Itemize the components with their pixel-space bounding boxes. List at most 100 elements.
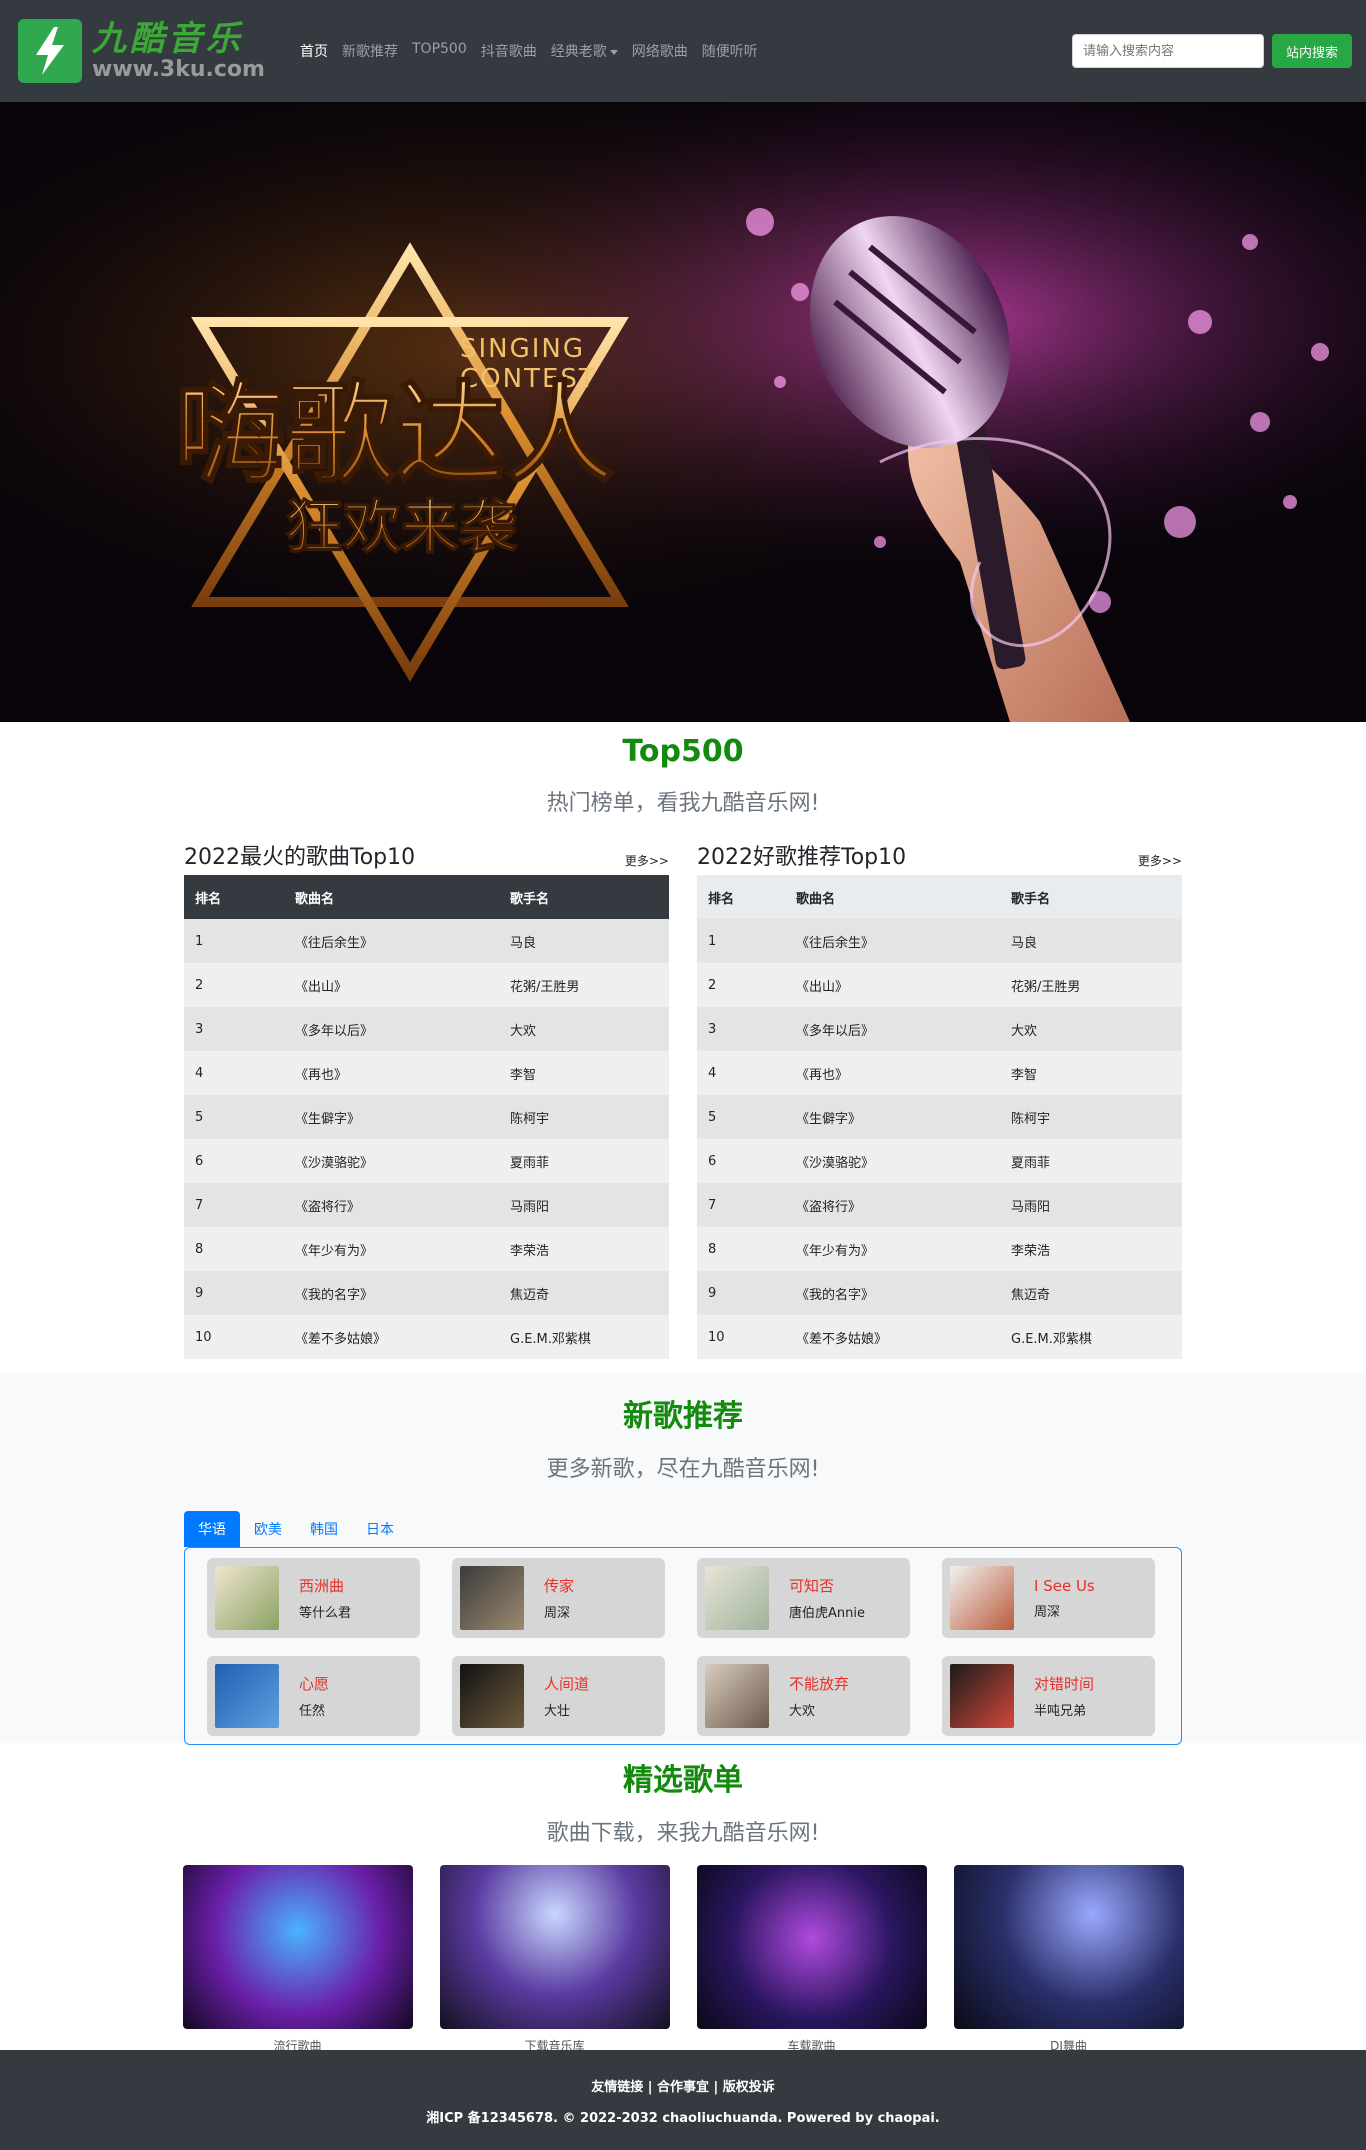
song-cell[interactable]: 《出山》 [785, 963, 1000, 1007]
song-cell[interactable]: 《我的名字》 [284, 1271, 499, 1315]
song-cell[interactable]: 《差不多姑娘》 [284, 1315, 499, 1359]
table-row[interactable]: 5 《生僻字》 陈柯宇 [697, 1095, 1182, 1139]
song-title[interactable]: 传家 [544, 1575, 574, 1596]
table-row[interactable]: 9 《我的名字》 焦迈奇 [697, 1271, 1182, 1315]
tab-chinese[interactable]: 华语 [184, 1511, 240, 1547]
site-logo[interactable]: 九酷音乐 www.3ku.com [18, 16, 278, 86]
playlist-card[interactable]: 车载歌曲 [696, 1865, 927, 2054]
song-card[interactable]: 心愿 任然 [207, 1656, 420, 1736]
table-row[interactable]: 8 《年少有为》 李荣浩 [697, 1227, 1182, 1271]
playlist-cover-image[interactable] [696, 1865, 927, 2029]
song-cell[interactable]: 《我的名字》 [785, 1271, 1000, 1315]
song-title[interactable]: 西洲曲 [299, 1575, 351, 1596]
song-card[interactable]: 可知否 唐伯虎Annie [697, 1558, 910, 1638]
table-row[interactable]: 3 《多年以后》 大欢 [697, 1007, 1182, 1051]
song-cell[interactable]: 《年少有为》 [284, 1227, 499, 1271]
song-title[interactable]: 不能放弃 [789, 1673, 849, 1694]
nav-douyin-songs[interactable]: 抖音歌曲 [481, 41, 537, 61]
song-card[interactable]: 对错时间 半吨兄弟 [942, 1656, 1155, 1736]
table-row[interactable]: 6 《沙漠骆驼》 夏雨菲 [697, 1139, 1182, 1183]
search-input[interactable] [1072, 34, 1264, 68]
rank-cell: 4 [184, 1051, 284, 1095]
table-row[interactable]: 4 《再也》 李智 [697, 1051, 1182, 1095]
tab-western[interactable]: 欧美 [240, 1511, 296, 1547]
table-row[interactable]: 3 《多年以后》 大欢 [184, 1007, 669, 1051]
playlist-card[interactable]: DJ舞曲 [953, 1865, 1184, 2054]
playlist-cover-image[interactable] [439, 1865, 670, 2029]
album-cover-image[interactable] [950, 1566, 1014, 1630]
more-link-right[interactable]: 更多>> [1138, 852, 1182, 869]
song-title[interactable]: 人间道 [544, 1673, 589, 1694]
album-cover-image[interactable] [460, 1664, 524, 1728]
song-cell[interactable]: 《往后余生》 [785, 919, 1000, 963]
album-cover-image[interactable] [705, 1566, 769, 1630]
song-title[interactable]: 心愿 [299, 1673, 329, 1694]
artist-cell: 大欢 [1000, 1007, 1182, 1051]
table-row[interactable]: 2 《出山》 花粥/王胜男 [697, 963, 1182, 1007]
nav-random-listen[interactable]: 随便听听 [702, 41, 758, 61]
playlist-card[interactable]: 下载音乐库 [439, 1865, 670, 2054]
song-cell[interactable]: 《出山》 [284, 963, 499, 1007]
song-cell[interactable]: 《多年以后》 [785, 1007, 1000, 1051]
song-card[interactable]: 西洲曲 等什么君 [207, 1558, 420, 1638]
song-card-grid: 西洲曲 等什么君 传家 周深 可知否 唐伯虎Annie I See Us 周深心愿 任然 人间道大… [184, 1547, 1182, 1745]
table-row[interactable]: 6 《沙漠骆驼》 夏雨菲 [184, 1139, 669, 1183]
table-row[interactable]: 10 《差不多姑娘》 G.E.M.邓紫棋 [184, 1315, 669, 1359]
rank-cell: 3 [697, 1007, 785, 1051]
album-cover-image[interactable] [705, 1664, 769, 1728]
song-cell[interactable]: 《再也》 [284, 1051, 499, 1095]
table-row[interactable]: 1 《往后余生》 马良 [184, 919, 669, 963]
song-cell[interactable]: 《生僻字》 [284, 1095, 499, 1139]
table-row[interactable]: 7 《盗将行》 马雨阳 [184, 1183, 669, 1227]
table-row[interactable]: 4 《再也》 李智 [184, 1051, 669, 1095]
search-button[interactable]: 站内搜索 [1272, 34, 1352, 68]
table-row[interactable]: 9 《我的名字》 焦迈奇 [184, 1271, 669, 1315]
album-cover-image[interactable] [950, 1664, 1014, 1728]
hero-banner[interactable]: SINGING CONTEST 嗨歌达人 狂欢来袭 [0, 102, 1366, 722]
song-cell[interactable]: 《多年以后》 [284, 1007, 499, 1051]
song-cell[interactable]: 《年少有为》 [785, 1227, 1000, 1271]
table-row[interactable]: 7 《盗将行》 马雨阳 [697, 1183, 1182, 1227]
song-cell[interactable]: 《生僻字》 [785, 1095, 1000, 1139]
table-row[interactable]: 2 《出山》 花粥/王胜男 [184, 963, 669, 1007]
song-cell[interactable]: 《盗将行》 [284, 1183, 499, 1227]
playlist-cover-image[interactable] [182, 1865, 413, 2029]
playlist-card[interactable]: 流行歌曲 [182, 1865, 413, 2054]
song-card[interactable]: 人间道 大壮 [452, 1656, 665, 1736]
song-cell[interactable]: 《盗将行》 [785, 1183, 1000, 1227]
table-row[interactable]: 10 《差不多姑娘》 G.E.M.邓紫棋 [697, 1315, 1182, 1359]
nav-internet-songs[interactable]: 网络歌曲 [632, 41, 688, 61]
song-card[interactable]: I See Us 周深 [942, 1558, 1155, 1638]
album-cover-image[interactable] [460, 1566, 524, 1630]
song-title[interactable]: 可知否 [789, 1575, 865, 1596]
nav-home[interactable]: 首页 [300, 41, 328, 61]
tab-japanese[interactable]: 日本 [352, 1511, 408, 1547]
song-cell[interactable]: 《往后余生》 [284, 919, 499, 963]
album-cover-image[interactable] [215, 1664, 279, 1728]
table-row[interactable]: 8 《年少有为》 李荣浩 [184, 1227, 669, 1271]
artist-cell: 马良 [1000, 919, 1182, 963]
nav-top500[interactable]: TOP500 [412, 41, 467, 61]
footer-links[interactable]: 友情链接 | 合作事宜 | 版权投诉 [0, 2076, 1366, 2095]
more-link-left[interactable]: 更多>> [625, 852, 669, 869]
top500-section: Top500 热门榜单，看我九酷音乐网! 2022最火的歌曲Top10 更多>>… [0, 722, 1366, 1359]
table-row[interactable]: 5 《生僻字》 陈柯宇 [184, 1095, 669, 1139]
song-cell[interactable]: 《沙漠骆驼》 [284, 1139, 499, 1183]
song-card[interactable]: 不能放弃 大欢 [697, 1656, 910, 1736]
playlist-cover-image[interactable] [953, 1865, 1184, 2029]
table-row[interactable]: 1 《往后余生》 马良 [697, 919, 1182, 963]
top-navbar: 九酷音乐 www.3ku.com 首页 新歌推荐 TOP500 抖音歌曲 经典老… [0, 0, 1366, 102]
song-card[interactable]: 传家 周深 [452, 1558, 665, 1638]
nav-classic-dropdown[interactable]: 经典老歌 [551, 41, 618, 61]
song-title[interactable]: 对错时间 [1034, 1673, 1094, 1694]
song-cell[interactable]: 《再也》 [785, 1051, 1000, 1095]
tab-korean[interactable]: 韩国 [296, 1511, 352, 1547]
song-title[interactable]: I See Us [1034, 1577, 1095, 1595]
artist-cell: 花粥/王胜男 [499, 963, 669, 1007]
album-cover-image[interactable] [215, 1566, 279, 1630]
nav-new-songs[interactable]: 新歌推荐 [342, 41, 398, 61]
artist-cell: 马雨阳 [499, 1183, 669, 1227]
song-cell[interactable]: 《差不多姑娘》 [785, 1315, 1000, 1359]
rank-cell: 9 [184, 1271, 284, 1315]
song-cell[interactable]: 《沙漠骆驼》 [785, 1139, 1000, 1183]
